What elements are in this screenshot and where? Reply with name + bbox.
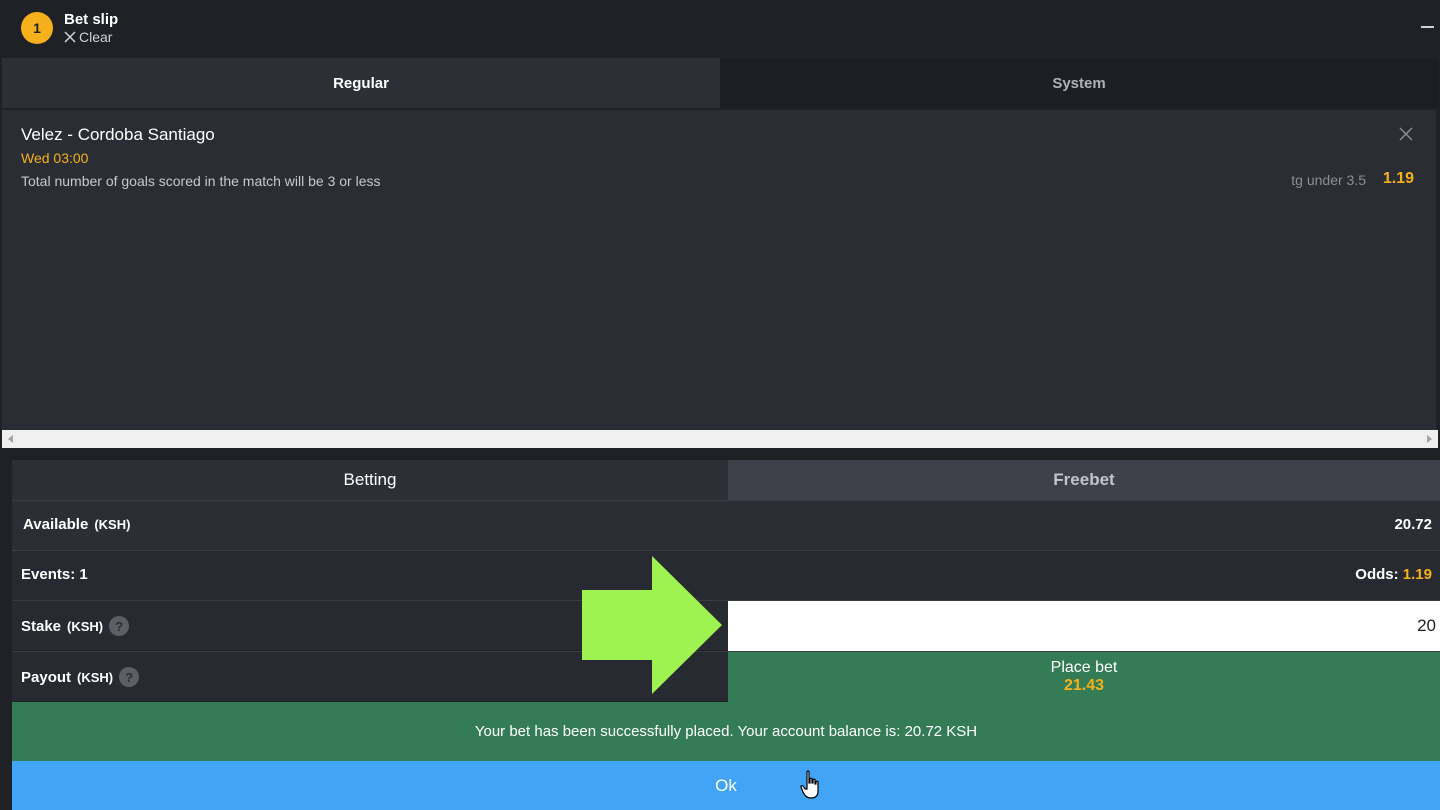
match-name: Velez - Cordoba Santiago <box>21 125 215 144</box>
place-bet-button[interactable]: Place bet 21.43 <box>728 652 1440 702</box>
stake-input[interactable] <box>728 601 1440 651</box>
bet-success-message: Your bet has been successfully placed. Y… <box>12 702 1440 761</box>
scrollbar-thumb[interactable] <box>18 433 1422 445</box>
match-time: Wed 03:00 <box>21 150 89 166</box>
tab-regular[interactable]: Regular <box>2 58 720 108</box>
payout-help-icon[interactable]: ? <box>119 667 140 687</box>
betslip-header: 1 Bet slip Clear <box>0 0 1440 58</box>
tab-betting[interactable]: Betting <box>12 460 728 500</box>
betslip-title: Bet slip <box>64 11 119 28</box>
hand-cursor-icon <box>800 770 819 799</box>
available-currency: (KSH) <box>94 517 131 532</box>
tab-system[interactable]: System <box>720 58 1438 108</box>
payout-label: Payout <box>21 668 72 686</box>
stake-currency: (KSH) <box>67 618 104 634</box>
available-label: Available <box>23 516 89 533</box>
total-odds: 1.19 <box>1402 566 1432 583</box>
tab-freebet[interactable]: Freebet <box>728 460 1440 500</box>
clear-label: Clear <box>79 29 113 45</box>
horizontal-scrollbar[interactable] <box>2 430 1438 448</box>
clear-button[interactable]: Clear <box>63 29 112 45</box>
market-description: Total number of goals scored in the matc… <box>21 173 381 189</box>
bet-mode-tabs: Betting Freebet <box>12 460 1440 500</box>
bet-panel: Betting Freebet Available (KSH) 20.72 Ev… <box>12 460 1440 702</box>
available-row: Available (KSH) 20.72 <box>12 500 1440 550</box>
events-row: Events: 1 Odds: 1.19 <box>12 550 1440 600</box>
ok-button[interactable]: Ok <box>12 761 1440 810</box>
stake-label: Stake <box>21 617 62 635</box>
payout-row: Payout (KSH) ? Place bet 21.43 <box>12 651 1440 702</box>
arrow-right-icon <box>582 556 722 694</box>
potential-payout: 21.43 <box>1063 677 1105 694</box>
close-icon <box>64 31 76 43</box>
available-balance: 20.72 <box>1394 516 1432 533</box>
selection-count-badge: 1 <box>21 12 53 44</box>
selection-odds: 1.19 <box>1382 170 1414 187</box>
stake-row: Stake (KSH) ? <box>12 600 1440 651</box>
bet-selection: Velez - Cordoba Santiago Wed 03:00 Total… <box>2 110 1436 430</box>
remove-selection-icon[interactable] <box>1398 126 1414 142</box>
place-bet-label: Place bet <box>1050 659 1118 676</box>
scroll-left-icon[interactable] <box>8 435 13 443</box>
scroll-right-icon[interactable] <box>1427 435 1432 443</box>
payout-currency: (KSH) <box>77 669 114 685</box>
minimize-icon[interactable] <box>1421 26 1434 28</box>
market-code: tg under 3.5 <box>1291 172 1366 188</box>
odds-label: Odds: <box>1355 566 1399 583</box>
slip-type-tabs: Regular System <box>2 58 1438 108</box>
events-count: Events: 1 <box>21 566 88 583</box>
stake-help-icon[interactable]: ? <box>109 616 130 636</box>
